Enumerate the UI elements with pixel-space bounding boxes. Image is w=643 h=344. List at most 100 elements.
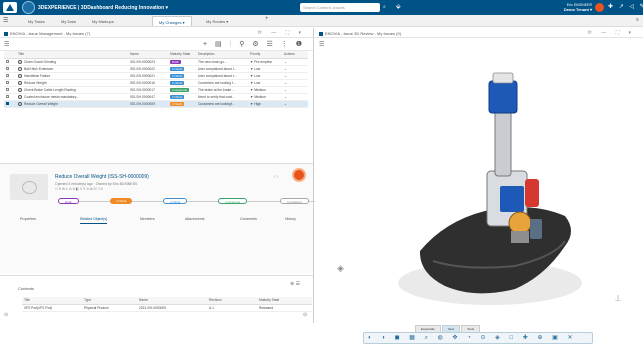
step-in-work-2[interactable]: In Work (163, 198, 188, 204)
menu-icon[interactable]: ☰ (3, 17, 8, 24)
column-header[interactable]: Actions (282, 51, 308, 59)
scroll-right-icon[interactable]: ⊙ (303, 312, 307, 318)
window-controls-icon[interactable]: ⟳ — ⛶ ▾ (588, 30, 635, 36)
tab-comments[interactable]: Comments (240, 217, 257, 221)
column-header[interactable]: Description (196, 51, 248, 59)
avatar[interactable] (595, 3, 604, 12)
row-title[interactable]: Handlebar Failure (24, 74, 50, 78)
table-row[interactable]: Check Brake Cable Length Routing ISS-SH-0… (4, 86, 308, 94)
column-header[interactable]: Title (16, 51, 128, 59)
app-icon (319, 32, 323, 36)
contents-actions-icon[interactable]: ⊕ ☰ (290, 281, 300, 287)
axis-compass-icon[interactable]: ⟂ (615, 293, 621, 304)
row-checkbox[interactable] (6, 94, 9, 98)
review-menu-icon[interactable]: ☰ (319, 41, 324, 48)
lifecycle-progress: Draft In Work In Work In Approval Comple… (58, 198, 316, 204)
step-completed[interactable]: Completed (280, 198, 309, 204)
table-row[interactable]: Chain Guard Grinding ISS-SH-0000023 Draft T… (4, 58, 308, 66)
row-title[interactable]: Coated enclosure needs mandatory... (24, 95, 79, 99)
row-actions-icon[interactable]: ⌄ (282, 93, 308, 101)
table-row[interactable]: Coated enclosure needs mandatory... ISS-S… (4, 93, 308, 101)
row-title[interactable]: Check Brake Cable Length Routing (24, 88, 76, 92)
review-toolbar: ☰ (315, 38, 643, 51)
tab-attachments[interactable]: Attachments (185, 217, 204, 221)
tab-my-routes[interactable]: My Routes ▾ (200, 16, 234, 26)
user-info[interactable]: Eric ENGINEER Demo Tenant ▾ (552, 3, 592, 12)
row-checkbox[interactable] (6, 73, 9, 77)
viewer-action-bar[interactable]: ◐ ◑ ◼ ▦ ⌕ ◍ ✥ ◔ ⊙ ◈ □ ✚ ⊕ ▣ ✕ (363, 332, 593, 344)
panel-title-text: ENOVIA - Issue 3D Review - My Issues (0) (325, 31, 402, 36)
tab-my-tasks[interactable]: My Tasks (22, 16, 51, 26)
search-icon[interactable]: ⌕ (383, 4, 386, 10)
row-checkbox[interactable] (6, 59, 9, 63)
toolbar-actions-icon[interactable]: + ▤ ⫶ ⚲ ⚙ ☰ ⋮ ❶ (203, 40, 305, 49)
row-checkbox[interactable] (6, 66, 9, 70)
column-header[interactable]: Title (22, 297, 82, 305)
step-draft[interactable]: Draft (58, 198, 79, 204)
column-header[interactable]: Name (137, 297, 207, 305)
step-in-work[interactable]: In Work (110, 198, 133, 204)
column-header[interactable]: Name (128, 51, 168, 59)
contents-cell: VP2 Pod(VP2 Pod) (22, 304, 82, 312)
row-name: ISS-SH-0000023 (128, 58, 168, 66)
issue-icon (18, 73, 22, 78)
search-input[interactable]: Search Content, Assets (300, 3, 380, 12)
row-title[interactable]: Reduce Overall Weight (24, 102, 58, 106)
table-row[interactable]: Handlebar Failure ISS-SH-0000021 In Work Us… (4, 72, 308, 80)
dashboard-title[interactable]: 3DEXPERIENCE | 3DDashboard Reducing Inno… (38, 5, 168, 11)
contents-section: Contents ⊕ ☰ Title Type Name Revision Maturi… (0, 275, 313, 323)
row-title[interactable]: Chain Guard Grinding (24, 60, 56, 64)
tab-my-changes[interactable]: My Changes ▾ (152, 16, 192, 26)
column-header[interactable]: Maturity State (257, 297, 312, 305)
contents-row[interactable]: VP2 Pod(VP2 Pod) Physical Product 2021-SH-… (22, 304, 312, 312)
add-tab-icon[interactable]: + (265, 16, 269, 22)
issue-icon (18, 94, 22, 99)
issue-thumbnail (10, 174, 48, 200)
row-actions-icon[interactable]: ⌄ (282, 86, 308, 94)
tab-properties[interactable]: Properties (20, 217, 36, 221)
row-actions-icon[interactable]: ⌄ (282, 65, 308, 73)
panel-toggle-icon[interactable]: ≡ (636, 17, 639, 23)
row-checkbox[interactable] (6, 101, 9, 105)
app-icon (4, 32, 8, 36)
column-header[interactable]: Revision (207, 297, 257, 305)
row-actions-icon[interactable]: ⌄ (282, 58, 308, 66)
row-checkbox[interactable] (6, 87, 9, 91)
tab-members[interactable]: Members (140, 217, 155, 221)
table-row[interactable]: Reduce Overall Weight ISS-SH-0000009 In Wo… (4, 100, 308, 108)
tab-my-data[interactable]: My Data (55, 16, 82, 26)
tab-related-objects[interactable]: Related Object(s) (80, 217, 108, 224)
row-priority: ▼ Medium (248, 86, 282, 94)
column-header[interactable]: Priority (248, 51, 282, 59)
row-title[interactable]: Reduce Weight (24, 81, 46, 85)
row-checkbox[interactable] (6, 80, 9, 84)
step-in-approval[interactable]: In Approval (218, 198, 248, 204)
row-name: ISS-SH-0000021 (128, 72, 168, 80)
scroll-left-icon[interactable]: ⊙ (4, 312, 8, 318)
tag-icon[interactable]: ⬙ (396, 3, 401, 10)
owner-avatar[interactable] (292, 168, 306, 182)
compass-icon[interactable] (22, 1, 35, 14)
row-actions-icon[interactable]: ⌄ (282, 100, 308, 108)
tab-history[interactable]: History (285, 217, 296, 221)
window-controls-icon[interactable]: ⟳ — ⛶ ▾ (258, 30, 305, 36)
column-header[interactable]: Maturity State (168, 51, 196, 59)
table-row[interactable]: Reduce Weight ISS-SH-0000016 In Work Custom… (4, 79, 308, 87)
status-badge: Draft (170, 59, 181, 64)
row-actions-icon[interactable]: ⌄ (282, 79, 308, 87)
topbar-actions-icon[interactable]: ✚ ↗ ◁ ✎ (608, 3, 643, 10)
status-badge: In Work (170, 73, 185, 78)
row-actions-icon[interactable]: ⌄ (282, 72, 308, 80)
issue-nav-icon[interactable]: ‹ › (274, 174, 279, 180)
3d-model[interactable] (315, 51, 643, 323)
row-title[interactable]: Ball Hitch Extension (24, 67, 53, 71)
table-row[interactable]: Ball Hitch Extension ISS-SH-0000022 In Wor… (4, 65, 308, 73)
issue-icon (18, 101, 22, 106)
list-menu-icon[interactable]: ☰ (4, 41, 9, 48)
column-header[interactable] (4, 51, 16, 59)
3d-viewer[interactable]: ◈ ⟂ Essentials View Tools ◐ ◑ ◼ ▦ ⌕ ◍ ✥ ◔ … (315, 51, 643, 344)
3ds-logo-icon[interactable] (3, 2, 17, 13)
cube-icon[interactable]: ◈ (337, 263, 344, 274)
column-header[interactable]: Type (82, 297, 137, 305)
tab-my-markups[interactable]: My Markups (86, 16, 120, 26)
